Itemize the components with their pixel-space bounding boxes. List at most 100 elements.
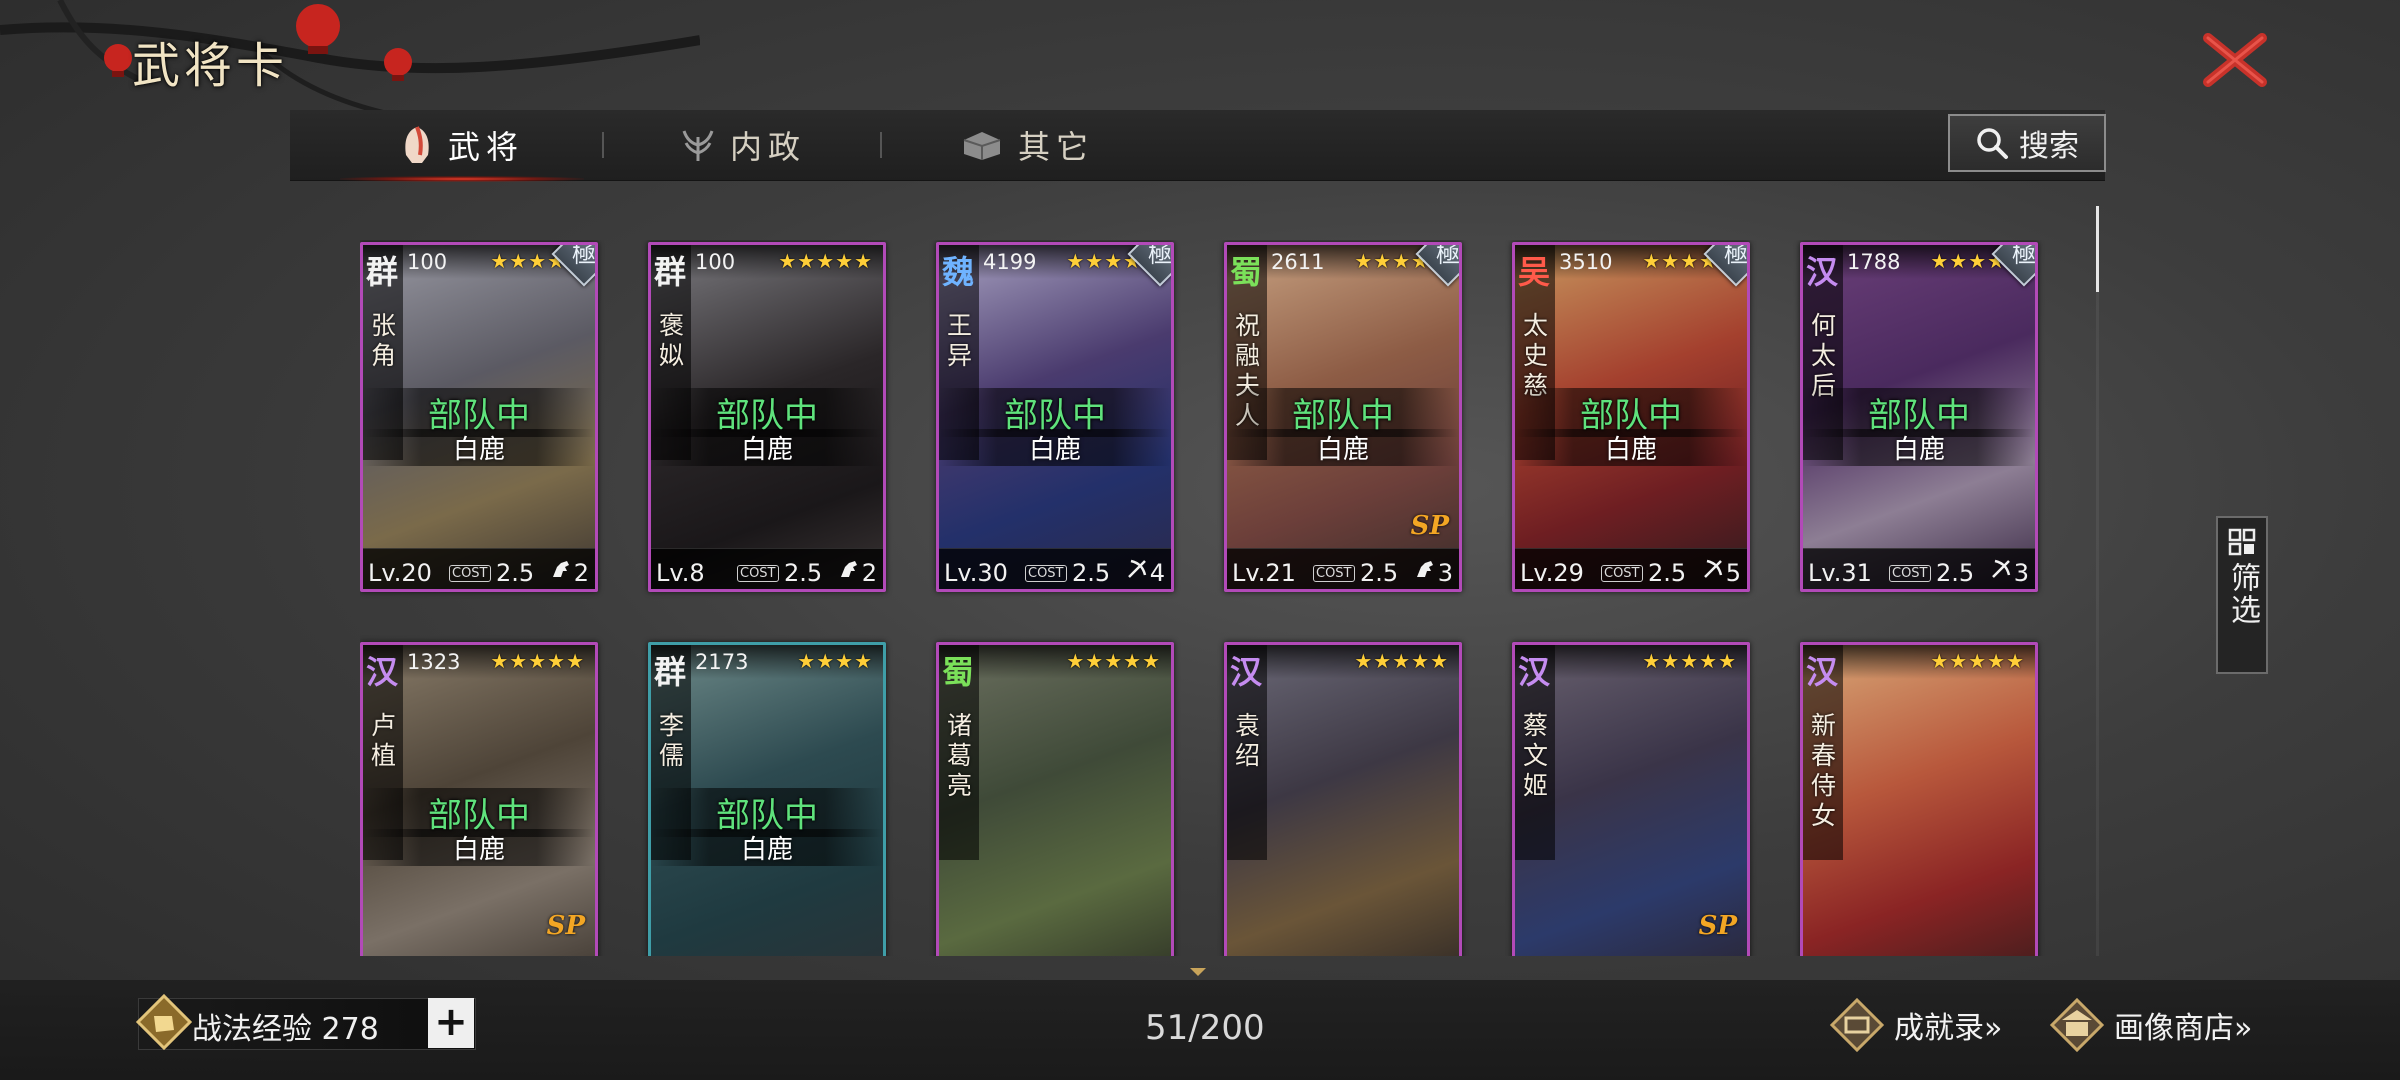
power-value: 100	[695, 250, 736, 274]
troop-name: 白鹿	[363, 429, 595, 466]
general-card[interactable]: 蜀 ★★★★★ 诸葛亮	[936, 642, 1174, 956]
achievements-link[interactable]: 成就录»	[1830, 996, 2002, 1054]
general-name: 褒姒	[659, 311, 685, 370]
search-label: 搜索	[2019, 129, 2079, 164]
power-value: 3510	[1559, 250, 1613, 274]
unit-count: 2	[861, 559, 877, 587]
bow-icon	[1128, 559, 1147, 578]
grid-icon	[2228, 528, 2256, 556]
troop-name: 白鹿	[1515, 429, 1747, 466]
scroll-more-indicator-icon	[1190, 968, 1206, 976]
filter-button[interactable]: 筛选	[2216, 516, 2268, 674]
card-count: 51/200	[1145, 1008, 1265, 1048]
general-card[interactable]: 群 100 ★★★★★ 褒姒 部队中 白鹿 Lv.8 COST 2.5 2	[648, 242, 886, 592]
box-icon	[963, 132, 1001, 160]
general-card[interactable]: 汉 ★★★★★ 蔡文姬 SP	[1512, 642, 1750, 956]
troop-name: 白鹿	[1803, 429, 2035, 466]
faction-label: 魏	[942, 253, 975, 291]
faction-label: 汉	[1518, 653, 1551, 691]
general-name: 李儒	[659, 711, 685, 770]
faction-label: 群	[366, 253, 399, 291]
general-card[interactable]: 汉 ★★★★★ 新春侍女	[1800, 642, 2038, 956]
general-name: 蔡文姬	[1523, 711, 1549, 800]
grade-label: 極	[572, 242, 596, 268]
grade-label: 極	[1724, 242, 1748, 268]
troop-name: 白鹿	[1227, 429, 1459, 466]
tab-label: 武将	[448, 128, 525, 166]
horse-icon	[1417, 561, 1433, 577]
unit-count: 3	[1437, 559, 1453, 587]
general-card[interactable]: 吴 3510 ★★★★★ 太史慈極部队中 白鹿 Lv.29 COST 2.5 5	[1512, 242, 1750, 592]
level-label: Lv.29	[1520, 559, 1584, 587]
tab-label: 内政	[730, 128, 807, 166]
portrait-shop-link[interactable]: 画像商店»	[2050, 996, 2252, 1054]
level-label: Lv.21	[1232, 559, 1296, 587]
grade-label: 極	[1148, 242, 1172, 268]
general-card[interactable]: 群 2173 ★★★★ 李儒 部队中 白鹿	[648, 642, 886, 956]
sp-badge: SP	[1698, 911, 1737, 941]
faction-label: 群	[654, 253, 687, 291]
grade-label: 極	[2012, 242, 2036, 268]
page-title: 武将卡	[132, 38, 289, 94]
troop-name: 白鹿	[939, 429, 1171, 466]
search-button[interactable]: 搜索	[1948, 114, 2106, 172]
search-icon	[1977, 128, 2008, 159]
bow-icon	[1992, 559, 2011, 578]
tab-generals[interactable]: 武将	[339, 110, 585, 182]
cost-tag: COST	[1025, 565, 1067, 582]
cost-tag: COST	[1313, 565, 1355, 582]
card-footer: Lv.8 COST 2.5 2	[651, 548, 883, 589]
general-card[interactable]: 汉 1323 ★★★★★ 卢植 部队中 白鹿 SP	[360, 642, 598, 956]
faction-label: 蜀	[1230, 253, 1263, 291]
faction-label: 群	[654, 653, 687, 691]
faction-label: 吴	[1518, 253, 1551, 291]
faction-label: 蜀	[942, 653, 975, 691]
card-footer: Lv.31 COST 2.5 3	[1803, 548, 2035, 589]
star-rating: ★★★★★	[490, 649, 585, 673]
horse-icon	[553, 561, 569, 577]
bow-icon	[1704, 559, 1723, 578]
portrait-shop-label: 画像商店»	[2114, 1011, 2253, 1046]
general-card[interactable]: 汉 1788 ★★★★★ 何太后極部队中 白鹿 Lv.31 COST 2.5 3	[1800, 242, 2038, 592]
level-label: Lv.30	[944, 559, 1008, 587]
general-card[interactable]: 群 100 ★★★★★ 张角極部队中 白鹿 Lv.20 COST 2.5 2	[360, 242, 598, 592]
tab-label: 其它	[1018, 128, 1095, 166]
tab-internal-affairs[interactable]: 内政	[680, 110, 806, 180]
general-card[interactable]: 汉 ★★★★★ 袁绍	[1224, 642, 1462, 956]
cost-tag: COST	[449, 565, 491, 582]
power-value: 4199	[983, 250, 1037, 274]
tab-bar: 武将 内政 其它 搜索	[290, 110, 2106, 182]
power-value: 2611	[1271, 250, 1325, 274]
card-footer: Lv.21 COST 2.5 3	[1227, 548, 1459, 589]
bottom-bar: 战法经验 278 + 51/200 成就录» 画像商店»	[0, 980, 2400, 1080]
cost-tag: COST	[737, 565, 779, 582]
cost-value: 2.5	[1936, 559, 1975, 587]
filter-label: 筛选	[2225, 562, 2260, 626]
tab-other[interactable]: 其它	[960, 110, 1094, 180]
cost-value: 2.5	[496, 559, 535, 587]
faction-label: 汉	[1806, 653, 1839, 691]
general-name: 新春侍女	[1811, 711, 1837, 830]
star-rating: ★★★★	[797, 649, 873, 673]
unit-count: 2	[573, 559, 589, 587]
plant-icon	[682, 130, 714, 161]
power-value: 1323	[407, 650, 461, 674]
unit-count: 3	[2013, 559, 2029, 587]
general-card[interactable]: 蜀2611★★★★★祝融夫人極部队中白鹿SPLv.21COST2.53	[1224, 242, 1462, 592]
fist-badge-icon	[136, 994, 192, 1050]
general-card[interactable]: 魏 4199 ★★★★★ 王异極部队中 白鹿 Lv.30 COST 2.5 4	[936, 242, 1174, 592]
tab-divider	[880, 132, 882, 158]
scrollbar-thumb[interactable]	[2096, 206, 2099, 292]
add-exp-button[interactable]: +	[428, 998, 474, 1048]
troop-name: 白鹿	[651, 829, 883, 866]
cost-value: 2.5	[784, 559, 823, 587]
star-rating: ★★★★★	[1642, 649, 1737, 673]
star-rating: ★★★★★	[1930, 649, 2025, 673]
close-icon[interactable]	[2200, 30, 2270, 90]
tab-divider	[602, 132, 604, 158]
cost-tag: COST	[1889, 565, 1931, 582]
unit-count: 4	[1149, 559, 1165, 587]
level-label: Lv.8	[656, 559, 705, 587]
cost-value: 2.5	[1360, 559, 1399, 587]
grade-label: 極	[1436, 242, 1460, 268]
